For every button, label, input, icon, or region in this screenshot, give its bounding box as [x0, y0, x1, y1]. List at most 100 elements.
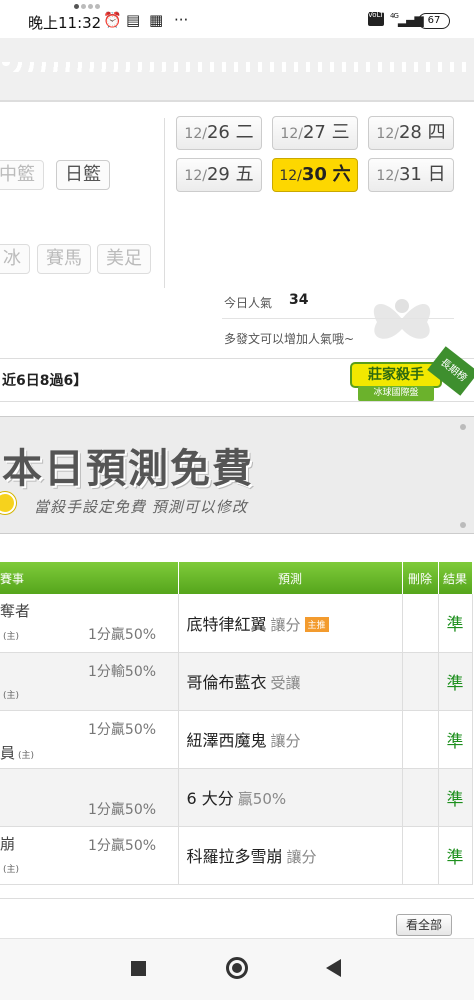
header-prediction: 預測 [178, 562, 403, 594]
date-month: 12/ [184, 168, 207, 184]
table-row[interactable]: (主) 1分輸50% 哥倫布藍衣 受讓 準 [0, 652, 473, 711]
home-marker: (主) [3, 632, 20, 642]
date-month: 12/ [279, 168, 302, 184]
recents-icon[interactable] [131, 961, 146, 976]
prediction-type: 贏50% [237, 790, 287, 808]
alarm-icon: ⏰ [103, 11, 122, 29]
team-home: (主) [0, 684, 19, 702]
date-button[interactable]: 12/31 日 [368, 158, 454, 192]
handicap: 1分輸50% [88, 663, 157, 680]
date-month: 12/ [376, 168, 399, 184]
date-day: 29 [206, 164, 230, 185]
chip-horse-racing[interactable]: 賽馬 [37, 244, 91, 274]
table-row[interactable]: 1分贏50% 6 大分 贏50% 準 [0, 768, 473, 827]
team-away: 奪者 [0, 602, 31, 620]
home-marker: (主) [3, 690, 20, 701]
banner-title: 本日預測免費 [2, 446, 254, 492]
slider-pagination[interactable] [74, 2, 102, 12]
table-row[interactable]: 奪者 (主) 1分贏50% 底特律紅翼 讓分 主推 準 [0, 594, 473, 653]
slider-dot[interactable] [74, 4, 79, 9]
date-month: 12/ [376, 126, 399, 142]
team-home: (主) [0, 858, 19, 876]
header-delete: 刪除 [402, 562, 439, 594]
team-home: 員 (主) [0, 742, 34, 763]
popularity-value: 34 [289, 292, 309, 308]
date-button-active[interactable]: 12/30 六 [272, 158, 358, 192]
notes-icon: ▤ [126, 11, 141, 29]
delete-cell[interactable] [402, 594, 439, 653]
delete-cell[interactable] [402, 768, 439, 827]
popularity-hint: 多發文可以增加人氣哦~ [224, 332, 355, 346]
slider-dot[interactable] [88, 4, 93, 9]
banner-slider[interactable] [0, 38, 474, 102]
header-result: 結果 [438, 562, 473, 594]
screw-icon [460, 522, 466, 528]
handicap: 1分贏50% [88, 627, 157, 643]
date-day: 26 [206, 122, 230, 143]
date-button[interactable]: 12/27 三 [272, 116, 358, 150]
date-day: 28 [398, 122, 422, 143]
prediction-table: 賽事 預測 刪除 結果 奪者 (主) 1分贏50% 底特律紅翼 讓分 主推 準 (主… [0, 562, 473, 885]
date-button[interactable]: 12/26 二 [176, 116, 262, 150]
date-month: 12/ [280, 126, 303, 142]
header-match: 賽事 [0, 562, 179, 594]
chip-jbasketball[interactable]: 日籃 [56, 160, 110, 190]
prediction-team: 科羅拉多雪崩 [186, 847, 283, 866]
date-day: 31 [398, 164, 422, 185]
prediction-team: 哥倫布藍衣 [186, 673, 267, 692]
table-header: 賽事 預測 刪除 結果 [0, 562, 473, 594]
record-summary: 近6日8過6】 [2, 373, 88, 389]
prediction-team: 紐澤西魔鬼 [186, 731, 267, 750]
prediction-team: 6 大分 [186, 789, 234, 808]
match-cell: 崩 (主) 1分贏50% [0, 826, 179, 885]
delete-cell[interactable] [402, 826, 439, 885]
qr-icon: ▦ [149, 11, 164, 29]
more-icon: ··· [174, 11, 189, 29]
date-button[interactable]: 12/28 四 [368, 116, 454, 150]
badge-subtitle: 冰球國際盤 [358, 386, 434, 401]
delete-cell[interactable] [402, 652, 439, 711]
home-marker: (主) [18, 750, 35, 761]
result-cell: 準 [438, 652, 473, 711]
result-cell: 準 [438, 594, 473, 653]
team-away: 崩 [0, 834, 16, 853]
table-row[interactable]: 崩 (主) 1分贏50% 科羅拉多雪崩 讓分 準 [0, 826, 473, 885]
date-weekday: 六 [332, 164, 351, 185]
slider-dot[interactable] [81, 4, 86, 9]
result-cell: 準 [438, 710, 473, 769]
prediction-type: 受讓 [270, 674, 301, 692]
prediction-type: 讓分 [270, 732, 301, 750]
featured-tag: 主推 [304, 616, 329, 632]
chip-icehockey[interactable]: 冰 [0, 244, 30, 274]
prediction-cell: 紐澤西魔鬼 讓分 [178, 710, 403, 769]
table-row[interactable]: 員 (主) 1分贏50% 紐澤西魔鬼 讓分 準 [0, 710, 473, 769]
prediction-type: 讓分 [270, 615, 301, 634]
team-home-name: 員 [0, 743, 16, 762]
slider-dot[interactable] [95, 4, 100, 9]
network-label: 4G [390, 12, 399, 20]
divider [222, 318, 454, 319]
back-icon[interactable] [326, 959, 341, 977]
banner-subtitle: 當殺手設定免費 預測可以修改 [34, 498, 248, 516]
delete-cell[interactable] [402, 710, 439, 769]
handicap: 1分贏50% [88, 801, 157, 818]
chip-cbasketball[interactable]: 中籃 [0, 160, 44, 190]
home-icon[interactable] [226, 957, 248, 979]
match-cell: (主) 1分輸50% [0, 652, 179, 711]
prediction-cell: 底特律紅翼 讓分 主推 [178, 594, 403, 653]
home-marker: (主) [3, 864, 20, 875]
team-home [0, 800, 3, 818]
date-button[interactable]: 12/29 五 [176, 158, 262, 192]
fairy-icon [373, 299, 431, 339]
killer-badge: 莊家殺手 冰球國際盤 [350, 356, 442, 406]
popularity-label: 今日人氣 [224, 296, 273, 310]
date-day: 30 [301, 164, 327, 185]
see-all-button[interactable]: 看全部 [396, 914, 452, 936]
battery-indicator: 67 [418, 13, 450, 29]
prediction-cell: 哥倫布藍衣 受讓 [178, 652, 403, 711]
handicap: 1分贏50% [88, 837, 157, 854]
prediction-type: 讓分 [286, 848, 317, 866]
match-cell: 奪者 (主) 1分贏50% [0, 594, 179, 653]
chip-american-football[interactable]: 美足 [97, 244, 151, 274]
date-weekday: 日 [427, 164, 446, 185]
